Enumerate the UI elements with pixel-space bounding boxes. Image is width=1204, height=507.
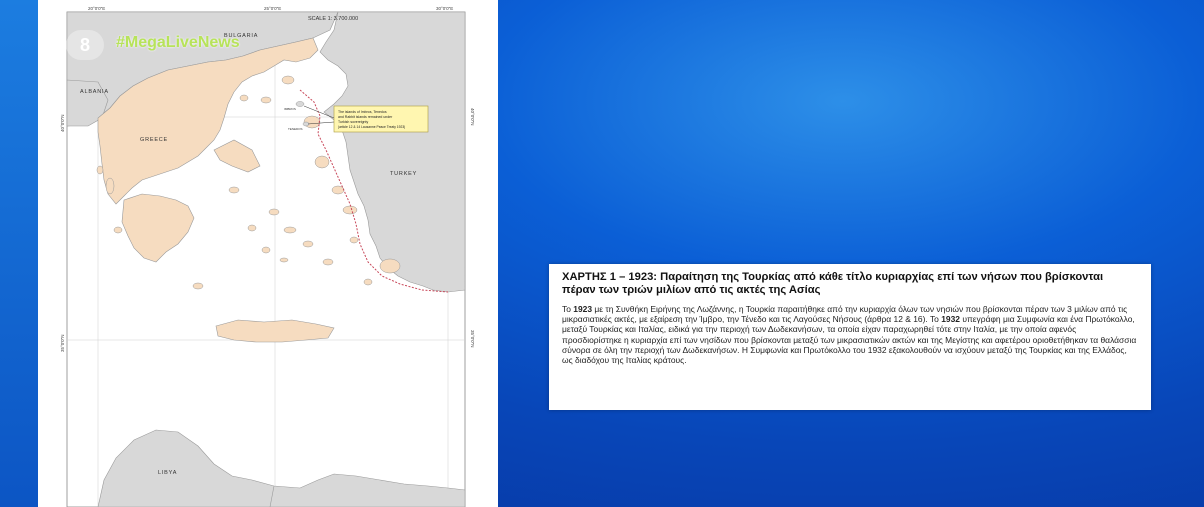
caption-text: Το [562,303,574,314]
libya-label: LIBYA [158,470,177,476]
map-panel: SCALE 1: 3.700.000 20°0'0"E 25°0'0"E 30°… [38,0,498,507]
caption-year-1932: 1932 [941,314,961,325]
left-tick-2: 35°0'0"N [60,334,65,352]
rhodes [379,258,401,274]
annotation-line-3: Turkish sovereignty [338,120,368,124]
annotation-line-4: (article 12 & 14 Lausanne Peace Treaty 1… [338,125,405,129]
turkey-label: TURKEY [390,171,417,177]
caption-body: Το 1923 με τη Συνθήκη Ειρήνης της Λωζάνν… [562,304,1137,366]
annotation-line-1: The islands of Imbros, Tenedos [338,110,387,114]
left-tick-1: 40°0'0"N [60,114,65,132]
tenedos-label: TENEDOS [288,127,303,131]
imbros-label: IMBROS [284,107,296,111]
caption-title: ΧΑΡΤΗΣ 1 – 1923: Παραίτηση της Τουρκίας … [562,271,1104,297]
top-tick-1: 20°0'0"E [88,6,105,11]
scale-label: SCALE 1: 3.700.000 [308,16,358,22]
annotation-line-2: and Rabbit islands remained under [338,115,393,119]
hashtag-watermark: #MegaLiveNews [116,34,240,51]
top-tick-3: 30°0'0"E [436,6,453,11]
top-tick-2: 25°0'0"E [264,6,281,11]
imbros-island [295,101,305,107]
right-tick-2: 35°0'0"N [470,330,475,348]
albania-label: ALBANIA [80,89,109,95]
caption-box: ΧΑΡΤΗΣ 1 – 1923: Παραίτηση της Τουρκίας … [549,264,1151,410]
channel-logo: 8 [66,30,104,60]
right-tick-1: 40°0'0"N [470,108,475,126]
left-background-strip [0,0,38,507]
greece-label: GREECE [140,137,168,143]
caption-year-1923: 1923 [573,303,593,314]
map-of-aegean: SCALE 1: 3.700.000 20°0'0"E 25°0'0"E 30°… [60,6,475,507]
